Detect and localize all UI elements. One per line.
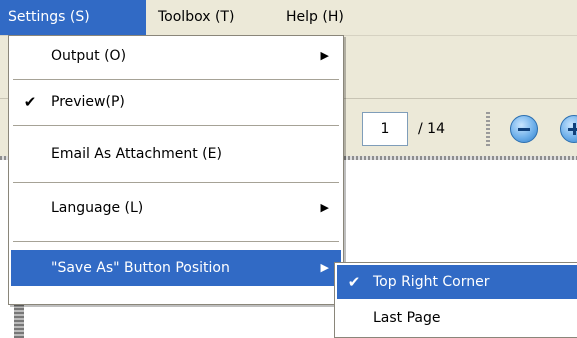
submenu-arrow-icon: ▶ [320, 201, 329, 214]
menu-separator [13, 182, 339, 183]
menu-separator [13, 125, 339, 126]
menu-item-preview[interactable]: ✔ Preview(P) [11, 84, 341, 120]
save-as-position-submenu: ✔ Top Right Corner Last Page [334, 262, 577, 338]
submenu-arrow-icon: ▶ [320, 261, 329, 274]
toolbar-grip [486, 112, 490, 146]
checkmark-icon: ✔ [23, 93, 37, 111]
menu-separator [13, 79, 339, 80]
submenu-arrow-icon: ▶ [320, 49, 329, 62]
menu-help[interactable]: Help (H) [278, 0, 368, 35]
menu-separator [13, 241, 339, 242]
submenu-item-label: Top Right Corner [373, 274, 490, 290]
menu-item-language[interactable]: Language (L) ▶ [11, 190, 341, 226]
submenu-item-top-right-corner[interactable]: ✔ Top Right Corner [337, 265, 577, 299]
menu-bar: Settings (S) Toolbox (T) Help (H) [0, 0, 577, 36]
zoom-out-icon[interactable] [510, 115, 538, 143]
menu-settings[interactable]: Settings (S) [0, 0, 146, 35]
scroll-edge [14, 300, 24, 338]
menu-item-email-as-attachment[interactable]: Email As Attachment (E) [11, 136, 341, 172]
menu-toolbox[interactable]: Toolbox (T) [150, 0, 276, 35]
page-total-label: / 14 [418, 121, 445, 137]
submenu-item-last-page[interactable]: Last Page [337, 301, 577, 335]
menu-item-label: Output (O) [51, 48, 127, 64]
submenu-item-label: Last Page [373, 310, 441, 326]
page-number-input[interactable] [362, 112, 408, 146]
menu-item-label: Preview(P) [51, 94, 125, 110]
menu-item-label: Email As Attachment (E) [51, 146, 222, 162]
settings-dropdown: Output (O) ▶ ✔ Preview(P) Email As Attac… [8, 35, 344, 305]
menu-item-label: Language (L) [51, 200, 144, 216]
menu-item-output[interactable]: Output (O) ▶ [11, 38, 341, 74]
menu-item-label: "Save As" Button Position [51, 260, 230, 276]
checkmark-icon: ✔ [347, 273, 361, 291]
menu-item-save-as-button-position[interactable]: "Save As" Button Position ▶ [11, 250, 341, 286]
